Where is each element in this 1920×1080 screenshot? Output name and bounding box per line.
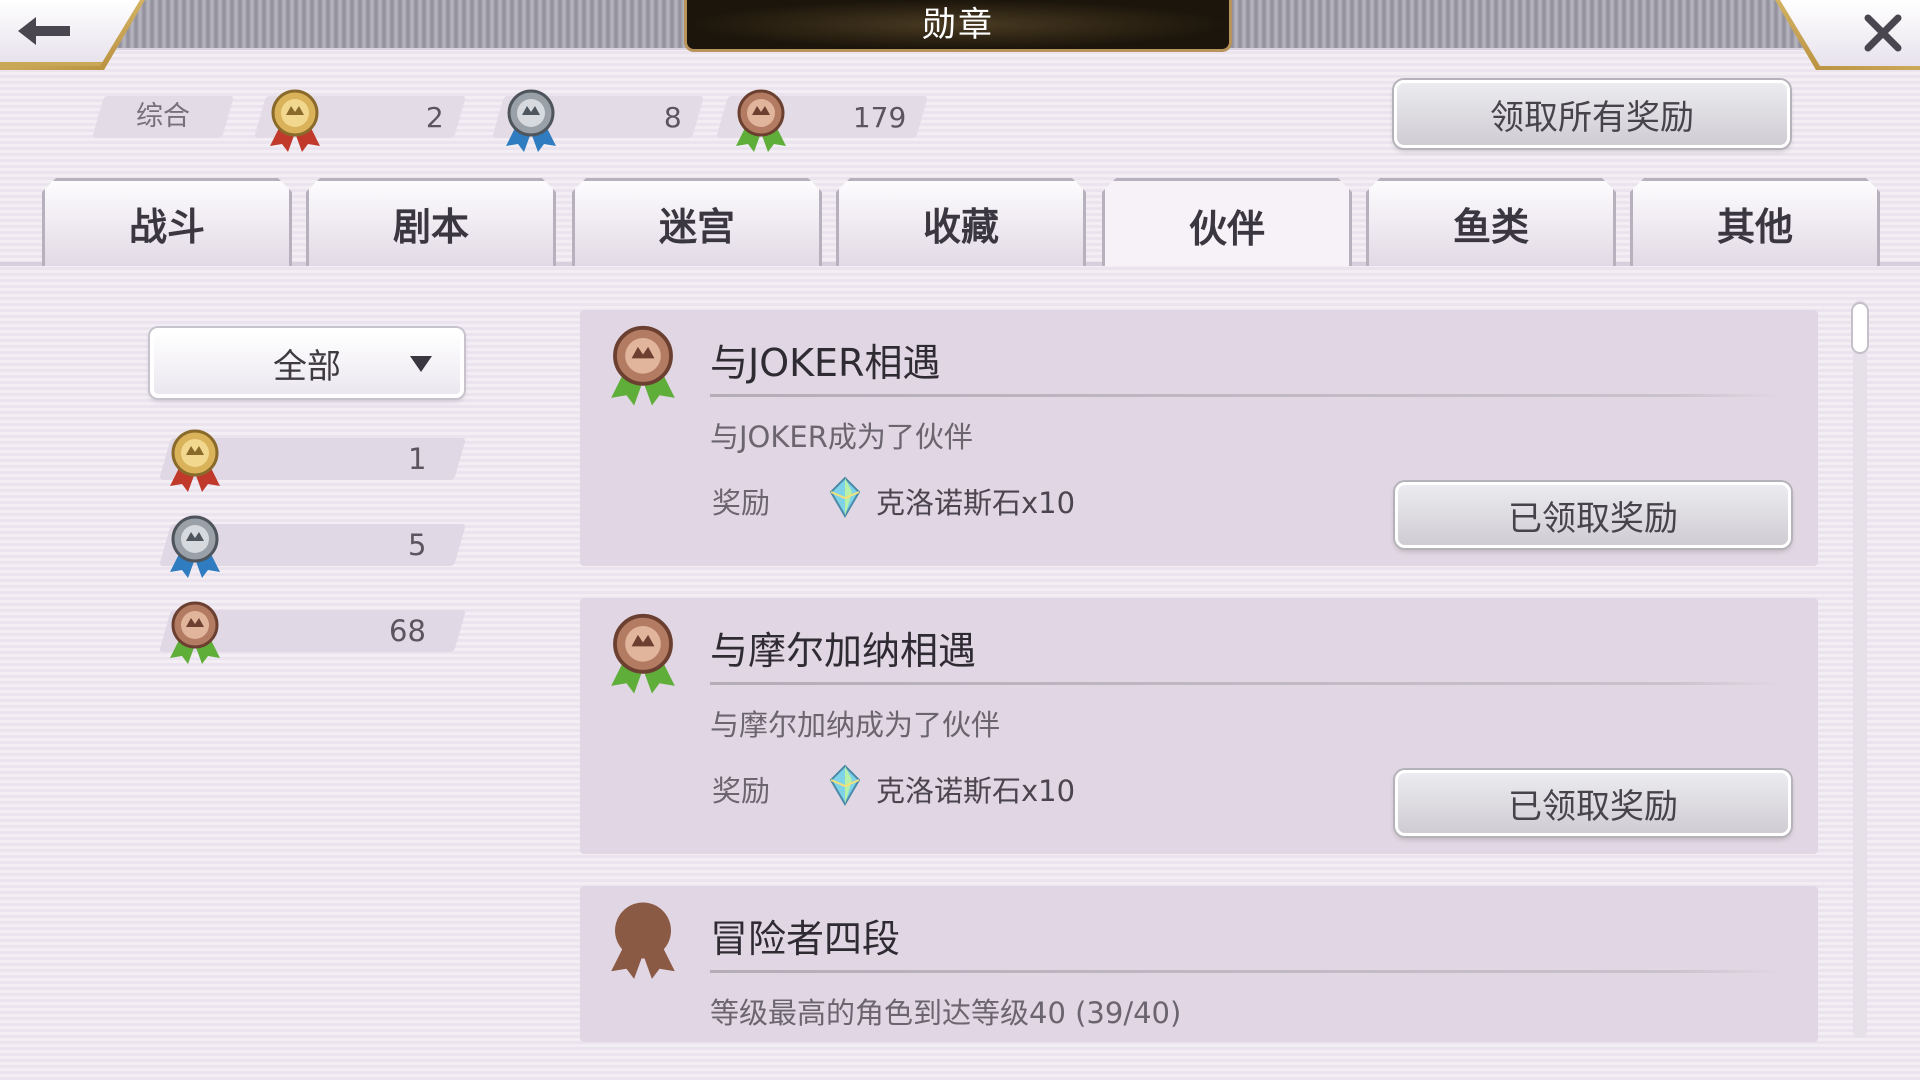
tab-other[interactable]: 其他 <box>1630 178 1880 266</box>
reward-label: 奖励 <box>712 486 771 520</box>
bronze-medal-icon <box>611 613 675 694</box>
achievement-title: 与JOKER相遇 <box>710 341 941 385</box>
reward-text: 克洛诺斯石x10 <box>876 486 1076 520</box>
summary-label-box: 综合 <box>91 96 235 138</box>
claim-all-button[interactable]: 领取所有奖励 <box>1394 80 1790 148</box>
gold-medal-icon <box>270 89 320 152</box>
summary-label: 综合 <box>136 101 190 132</box>
achievement-title: 冒险者四段 <box>710 917 901 961</box>
gold-medal-count: 2 <box>426 101 444 134</box>
achievement-description: 与JOKER成为了伙伴 <box>710 420 973 454</box>
achievement-description: 与摩尔加纳成为了伙伴 <box>710 708 1001 742</box>
achievement-title: 与摩尔加纳相遇 <box>710 629 977 673</box>
bronze-medal-icon <box>611 325 675 406</box>
filter-bronze-count: 68 <box>389 614 426 648</box>
silver-medal-icon <box>506 89 556 152</box>
filter-dropdown-value: 全部 <box>273 346 341 387</box>
achievement-divider <box>710 682 1780 685</box>
achievement-card: 与JOKER相遇 与JOKER成为了伙伴 奖励 克洛诺斯石x10 已领取奖励 <box>580 310 1818 566</box>
filter-gold-count: 1 <box>407 442 426 476</box>
reward-text: 克洛诺斯石x10 <box>876 774 1076 808</box>
crystal-icon <box>829 476 861 518</box>
filter-silver-count: 5 <box>407 528 426 562</box>
scrollbar-track <box>1853 300 1867 1038</box>
close-icon <box>1864 14 1902 52</box>
claimed-reward-button[interactable]: 已领取奖励 <box>1395 482 1791 548</box>
tab-companion[interactable]: 伙伴 <box>1102 178 1352 266</box>
achievement-description: 等级最高的角色到达等级40 (39/40) <box>710 996 1182 1030</box>
arrow-left-icon <box>18 17 70 45</box>
gold-medal-icon <box>170 429 220 492</box>
tab-labyrinth[interactable]: 迷宫 <box>572 178 822 266</box>
achievement-card: 与摩尔加纳相遇 与摩尔加纳成为了伙伴 奖励 克洛诺斯石x10 已领取奖励 <box>580 598 1818 854</box>
achievement-divider <box>710 394 1780 397</box>
claimed-reward-button[interactable]: 已领取奖励 <box>1395 770 1791 836</box>
chevron-down-icon <box>410 356 432 372</box>
reward-label: 奖励 <box>712 774 771 808</box>
scrollbar-thumb[interactable] <box>1851 302 1869 354</box>
filter-dropdown[interactable]: 全部 <box>150 328 464 398</box>
page-title: 勋章 <box>922 5 994 45</box>
achievement-divider <box>710 970 1780 973</box>
bronze-medal-count: 179 <box>852 101 906 134</box>
tab-collection[interactable]: 收藏 <box>836 178 1086 266</box>
bronze-medal-icon <box>736 89 786 152</box>
back-button[interactable] <box>0 0 140 66</box>
silver-medal-count: 8 <box>664 101 682 134</box>
category-tabs: 战斗 剧本 迷宫 收藏 伙伴 鱼类 其他 <box>0 178 1920 268</box>
tab-battle[interactable]: 战斗 <box>42 178 292 266</box>
bronze-medal-icon <box>170 601 220 664</box>
achievement-card: 冒险者四段 等级最高的角色到达等级40 (39/40) <box>580 886 1818 1042</box>
tab-fish[interactable]: 鱼类 <box>1366 178 1616 266</box>
crystal-icon <box>829 764 861 806</box>
close-button[interactable] <box>1780 0 1920 66</box>
tab-script[interactable]: 剧本 <box>306 178 556 266</box>
locked-medal-icon <box>611 902 675 979</box>
page-title-plate: 勋章 <box>684 0 1232 52</box>
silver-medal-icon <box>170 515 220 578</box>
